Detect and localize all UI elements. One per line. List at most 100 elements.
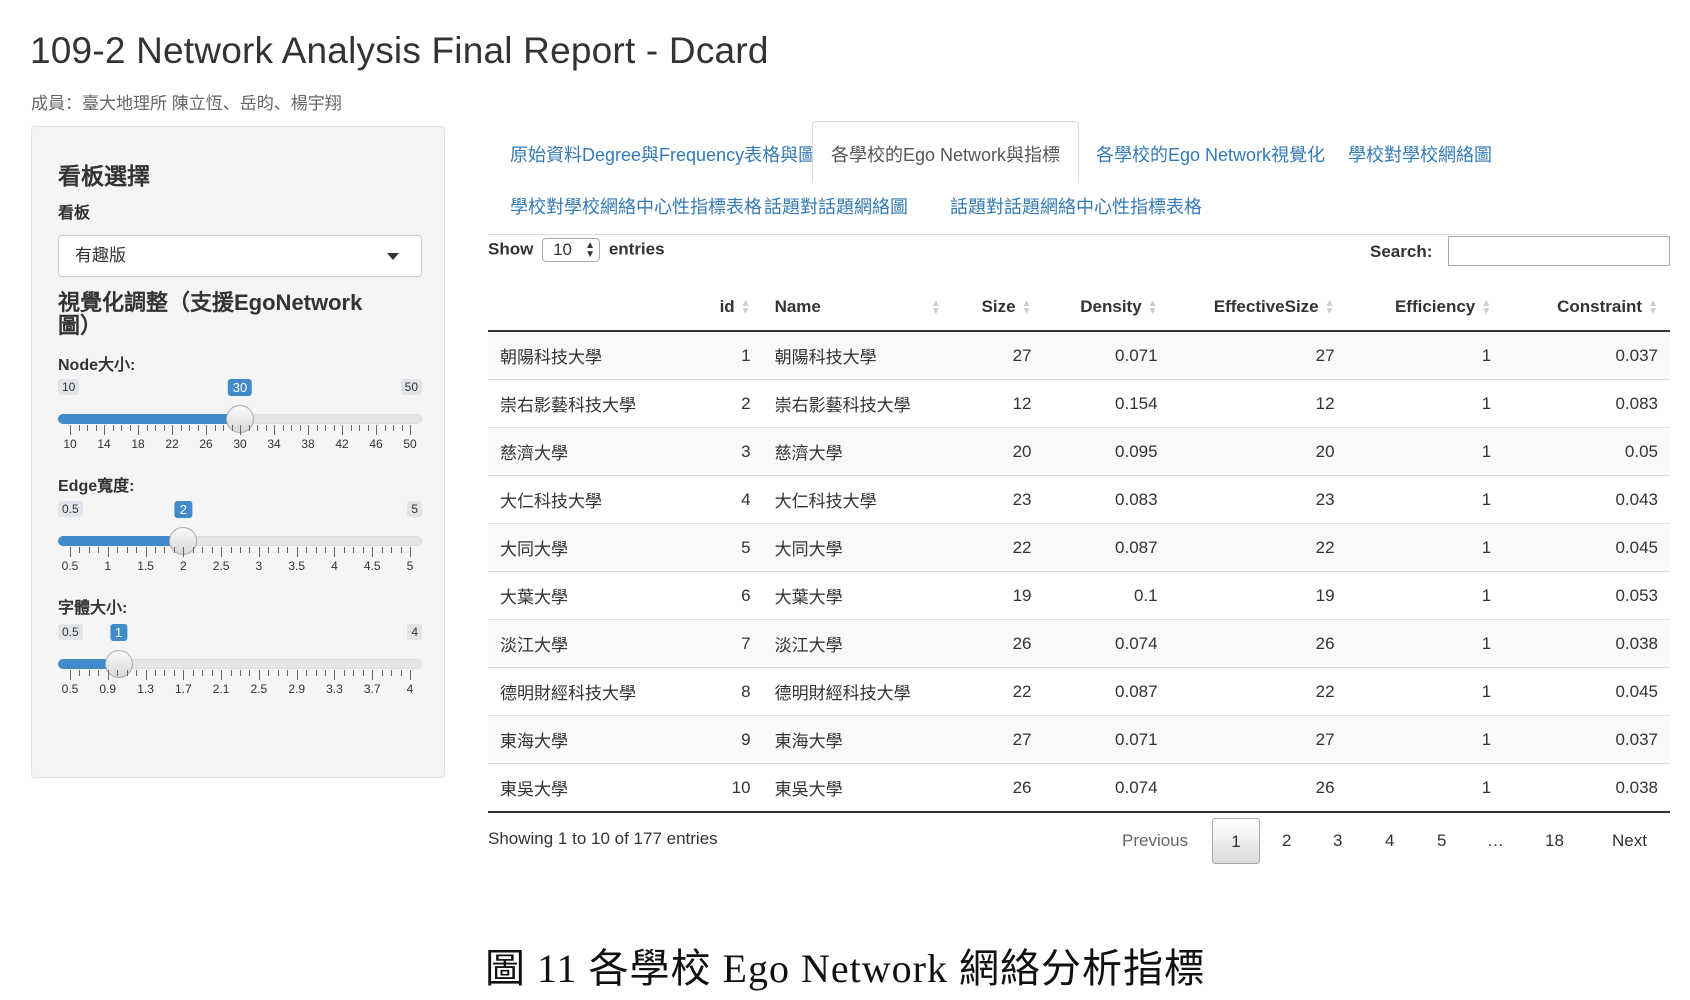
node-size-slider[interactable]: 10 50 30 10 14 18 22 26 30 34 38 42 46 50: [58, 379, 422, 469]
sort-icon: ▲ ▼: [1021, 297, 1032, 317]
slider-tick: [88, 670, 90, 676]
slider-tick: [98, 547, 100, 553]
column-header-rowname[interactable]: [488, 284, 696, 332]
slider-tick: [258, 670, 260, 680]
slider-tick: [400, 670, 402, 676]
show-label: Show: [488, 239, 534, 259]
slider-tick: [78, 425, 80, 431]
tab-topic-centrality-table[interactable]: 話題對話題網絡中心性指標表格: [936, 184, 1216, 228]
table-cell: 東海大學: [488, 715, 696, 764]
table-cell: 崇右影藝科技大學: [762, 379, 957, 428]
slider-tick: [79, 547, 81, 553]
slider-tick-label: 22: [165, 437, 179, 451]
page-button-5[interactable]: 5: [1437, 818, 1446, 864]
tab-topic-network-graph[interactable]: 話題對話題網絡圖: [750, 184, 922, 228]
slider-tick: [117, 547, 119, 553]
slider-min-label: 0.5: [58, 624, 83, 640]
slider-tick: [315, 670, 317, 676]
page-button-3[interactable]: 3: [1333, 818, 1342, 864]
slider-tick: [136, 670, 138, 676]
slider-tick: [277, 547, 279, 553]
table-cell: 26: [956, 763, 1044, 813]
table-cell: 22: [956, 523, 1044, 572]
tab-raw-degree-frequency[interactable]: 原始資料Degree與Frequency表格與圖形: [496, 132, 848, 176]
column-header-name[interactable]: Name ▲ ▼: [762, 284, 957, 332]
slider-tick: [391, 547, 393, 553]
node-size-label: Node大小:: [58, 357, 136, 374]
column-header-constraint[interactable]: Constraint ▲ ▼: [1503, 284, 1670, 332]
column-header-size[interactable]: Size ▲ ▼: [956, 284, 1044, 332]
search-input[interactable]: [1448, 236, 1670, 266]
column-header-efficiency[interactable]: Efficiency ▲ ▼: [1346, 284, 1504, 332]
chevron-down-icon: [387, 253, 399, 260]
slider-tick: [248, 425, 250, 431]
table-cell: 0.083: [1043, 475, 1170, 524]
slider-tick: [164, 547, 166, 553]
slider-tick-label: 50: [403, 437, 417, 451]
page-button-2[interactable]: 2: [1282, 818, 1291, 864]
column-header-density[interactable]: Density ▲ ▼: [1043, 284, 1170, 332]
table-row: 大仁科技大學 4 大仁科技大學 23 0.083 23 1 0.043: [488, 475, 1670, 524]
table-cell: 0.05: [1503, 427, 1670, 476]
slider-tick: [393, 425, 394, 431]
slider-tick-label: 2.9: [288, 682, 305, 696]
page-button-4[interactable]: 4: [1385, 818, 1394, 864]
slider-tick: [240, 547, 241, 553]
slider-tick-label: 18: [131, 437, 145, 451]
page-length-select[interactable]: 10 ▲ ▼: [542, 238, 601, 262]
slider-tick-label: 34: [267, 437, 281, 451]
slider-tick: [231, 425, 233, 431]
tab-ego-network-visualization[interactable]: 各學校的Ego Network視覺化: [1082, 132, 1339, 176]
table-cell: 19: [1169, 571, 1347, 620]
slider-tick: [343, 670, 345, 676]
slider-tick: [173, 670, 175, 676]
slider-tick-label: 2.5: [212, 559, 230, 573]
table-cell: 1: [1346, 763, 1504, 813]
table-cell: 0.1: [1043, 571, 1170, 620]
slider-tick: [107, 670, 109, 680]
slider-tick-label: 3.3: [326, 682, 343, 696]
table-cell: 0.083: [1503, 379, 1670, 428]
slider-tick: [325, 670, 326, 676]
slider-tick: [79, 670, 81, 676]
table-cell: 7: [695, 619, 763, 668]
board-selection-heading: 看板選擇: [58, 163, 150, 189]
slider-tick: [325, 425, 326, 431]
slider-tick: [192, 547, 194, 553]
slider-tick: [183, 547, 185, 557]
font-size-slider[interactable]: 0.5 4 1 0.5 0.9 1.3 1.7 2.1 2.5 2.9 3.3 3.7 4: [58, 624, 422, 714]
tab-school-centrality-table[interactable]: 學校對學校網絡中心性指標表格: [496, 184, 776, 228]
table-cell: 26: [1169, 763, 1347, 813]
slider-tick: [274, 425, 275, 435]
slider-tick: [164, 670, 166, 676]
table-row: 崇右影藝科技大學 2 崇右影藝科技大學 12 0.154 12 1 0.083: [488, 379, 1670, 428]
table-cell: 0.045: [1503, 667, 1670, 716]
slider-tick-label: 2.1: [212, 682, 230, 696]
slider-max-label: 4: [407, 624, 422, 640]
tab-ego-network-metrics[interactable]: 各學校的Ego Network與指標: [812, 121, 1080, 182]
tab-school-network-graph[interactable]: 學校對學校網絡圖: [1334, 132, 1506, 176]
slider-tick: [221, 547, 223, 557]
page-button-18[interactable]: 18: [1545, 818, 1564, 864]
previous-button[interactable]: Previous: [1122, 818, 1188, 864]
table-cell: 崇右影藝科技大學: [488, 379, 696, 428]
table-row: 慈濟大學 3 慈濟大學 20 0.095 20 1 0.05: [488, 427, 1670, 476]
page-button-1[interactable]: 1: [1212, 818, 1260, 864]
table-cell: 19: [956, 571, 1044, 620]
tab-bar: 原始資料Degree與Frequency表格與圖形 各學校的Ego Networ…: [488, 121, 1668, 235]
next-button[interactable]: Next: [1612, 818, 1647, 864]
slider-tick: [163, 425, 165, 431]
sort-icon: ▲ ▼: [1324, 297, 1335, 317]
column-header-id[interactable]: id ▲ ▼: [695, 284, 763, 332]
column-header-effective-size[interactable]: EffectiveSize ▲ ▼: [1169, 284, 1347, 332]
board-select[interactable]: 有趣版: [58, 235, 422, 277]
slider-tick: [343, 547, 345, 553]
slider-tick: [70, 670, 71, 680]
slider-tick: [296, 547, 298, 557]
table-cell: 1: [1346, 330, 1504, 380]
slider-fill: [58, 536, 184, 546]
table-cell: 1: [1346, 475, 1504, 524]
edge-width-slider[interactable]: 0.5 5 2 0.5 1 1.5 2 2.5 3 3.5 4 4.5 5: [58, 501, 422, 591]
table-cell: 27: [1169, 715, 1347, 764]
slider-tick: [400, 547, 402, 553]
